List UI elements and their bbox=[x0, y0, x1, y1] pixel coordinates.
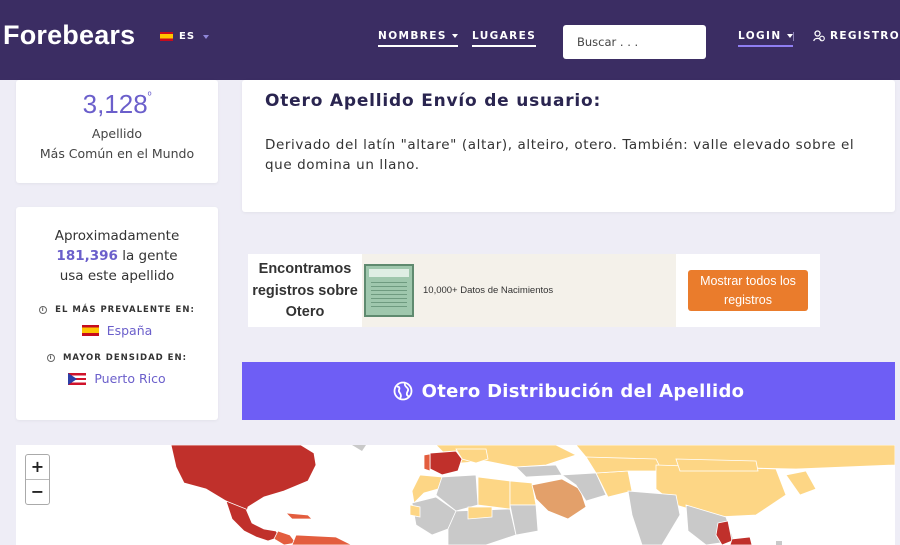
map-region-south-america-top bbox=[291, 534, 353, 545]
population-card: Aproximadamente 181,396 la gente usa est… bbox=[16, 207, 218, 420]
info-icon[interactable]: i bbox=[46, 354, 55, 362]
distribution-title: Otero Distribución del Apellido bbox=[421, 380, 745, 402]
population-line-2-text: la gente bbox=[117, 248, 178, 264]
nav-login-label: LOGIN bbox=[738, 30, 782, 42]
show-all-records-button[interactable]: Mostrar todos los registros bbox=[688, 270, 808, 311]
chevron-down-icon bbox=[203, 34, 210, 39]
chevron-down-icon bbox=[451, 34, 458, 38]
top-navbar: Forebears ES NOMBRES LUGARES LOGIN REGIS… bbox=[0, 0, 900, 80]
zoom-in-button[interactable]: + bbox=[26, 455, 49, 480]
rank-suffix: º bbox=[147, 91, 152, 103]
info-icon[interactable]: i bbox=[39, 306, 48, 314]
records-count: 10,000+ Datos de Nacimientos bbox=[423, 285, 554, 296]
map-region-mongolia bbox=[675, 458, 759, 472]
nav-nombres-label: NOMBRES bbox=[378, 30, 447, 42]
puerto-rico-flag-icon bbox=[68, 372, 87, 385]
origin-title: Otero Apellido Envío de usuario: bbox=[265, 91, 602, 111]
nav-divider bbox=[793, 32, 794, 41]
population-line-1: Aproximadamente bbox=[54, 228, 180, 244]
globe-icon bbox=[393, 381, 413, 401]
map-region-greenland bbox=[352, 445, 366, 451]
zoom-out-button[interactable]: − bbox=[26, 480, 49, 505]
most-prevalent-text: EL MÁS PREVALENTE EN: bbox=[55, 305, 195, 315]
records-text: Encontramos registros sobre Otero bbox=[252, 261, 358, 320]
map-zoom-controls: + − bbox=[25, 454, 50, 505]
distribution-map[interactable] bbox=[16, 445, 895, 545]
records-preview: 10,000+ Datos de Nacimientos bbox=[362, 254, 676, 327]
highest-density-text: MAYOR DENSIDAD EN: bbox=[62, 353, 188, 363]
map-region-senegal bbox=[409, 504, 421, 518]
rank-value: 3,128 bbox=[82, 89, 148, 119]
language-code: ES bbox=[179, 31, 196, 42]
map-region-cuba bbox=[284, 512, 313, 520]
highest-density-label: i MAYOR DENSIDAD EN: bbox=[16, 353, 218, 363]
population-line-3: usa este apellido bbox=[59, 268, 175, 284]
nav-nombres[interactable]: NOMBRES bbox=[378, 30, 458, 47]
map-region-kazakhstan bbox=[585, 456, 663, 474]
spain-flag-icon bbox=[81, 325, 99, 336]
birth-certificate-image bbox=[364, 264, 414, 317]
world-map[interactable] bbox=[16, 445, 895, 545]
most-prevalent-country: España bbox=[106, 323, 153, 338]
nav-lugares-label: LUGARES bbox=[472, 30, 537, 42]
map-region-india bbox=[627, 490, 681, 545]
population-count: 181,396 bbox=[56, 248, 118, 264]
map-region-pacific-islands bbox=[776, 541, 782, 545]
highest-density-country-link[interactable]: Puerto Rico bbox=[16, 371, 218, 386]
origin-text: Derivado del latín "altare" (altar), alt… bbox=[265, 137, 855, 173]
most-prevalent-country-link[interactable]: España bbox=[16, 323, 218, 338]
population-line-2: 181,396 la gente bbox=[16, 248, 218, 264]
chevron-down-icon bbox=[786, 34, 793, 38]
distribution-header[interactable]: Otero Distribución del Apellido bbox=[242, 362, 895, 420]
map-region-portugal bbox=[423, 453, 431, 472]
map-region-libya bbox=[477, 476, 511, 510]
highest-density-country: Puerto Rico bbox=[94, 371, 166, 386]
map-region-niger bbox=[467, 506, 493, 520]
search-input[interactable] bbox=[563, 25, 706, 59]
surname-rank: 3,128º bbox=[16, 89, 218, 120]
map-region-turkey bbox=[515, 464, 563, 478]
rank-label: Apellido bbox=[91, 126, 143, 141]
records-ad[interactable]: Encontramos registros sobre Otero 10,000… bbox=[248, 254, 820, 327]
site-logo[interactable]: Forebears bbox=[3, 20, 135, 51]
surname-origin-card: Otero Apellido Envío de usuario: Derivad… bbox=[242, 80, 895, 212]
user-add-icon bbox=[813, 30, 825, 42]
nav-login[interactable]: LOGIN bbox=[738, 30, 793, 47]
nav-registro-label: REGISTRO bbox=[830, 30, 900, 42]
most-prevalent-label: i EL MÁS PREVALENTE EN: bbox=[16, 305, 218, 315]
spain-flag-icon bbox=[160, 32, 173, 41]
map-region-korea-japan bbox=[785, 470, 817, 496]
nav-registro[interactable]: REGISTRO bbox=[813, 30, 900, 42]
language-selector[interactable]: ES bbox=[160, 31, 210, 42]
map-region-central-america bbox=[225, 500, 281, 542]
map-region-spain bbox=[429, 450, 463, 476]
rank-sublabel: Más Común en el Mundo bbox=[39, 146, 195, 161]
nav-lugares[interactable]: LUGARES bbox=[472, 30, 537, 47]
rank-card: 3,128º Apellido Más Común en el Mundo bbox=[16, 80, 218, 183]
